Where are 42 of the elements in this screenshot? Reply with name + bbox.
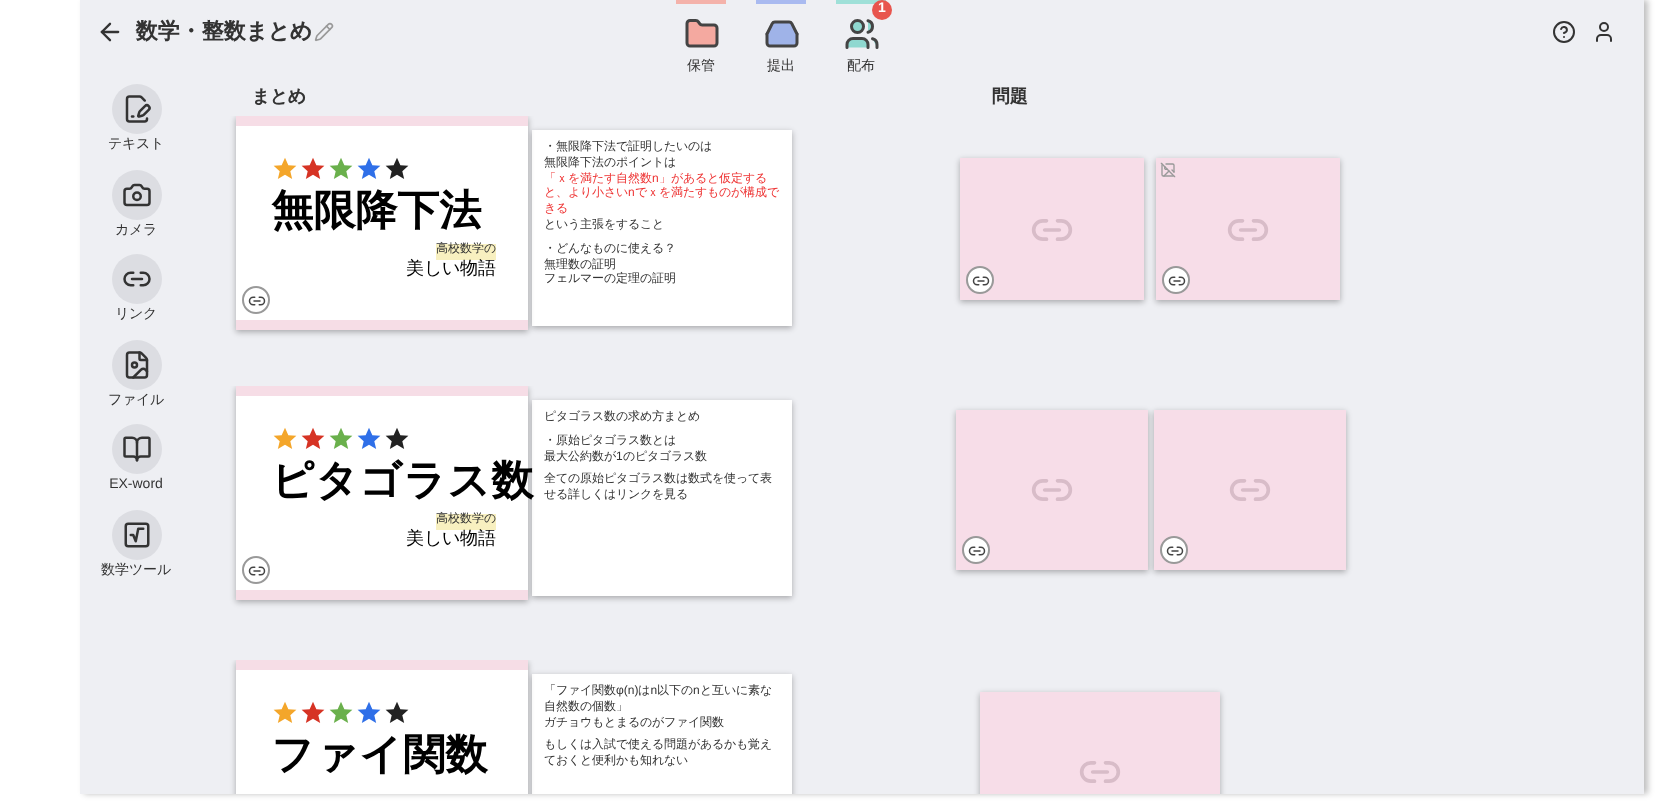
people-icon <box>843 16 879 52</box>
link-icon[interactable] <box>242 286 270 314</box>
link-icon[interactable] <box>962 536 990 564</box>
link-icon[interactable] <box>966 266 994 294</box>
star-icon <box>300 426 326 452</box>
star-icon <box>356 700 382 726</box>
camera-tool-icon <box>121 179 151 209</box>
folder-icon <box>683 16 719 52</box>
star-icon <box>356 426 382 452</box>
link-icon[interactable] <box>242 556 270 584</box>
slide-subtitle: 美しい物語 <box>406 529 496 551</box>
star-icon <box>300 156 326 182</box>
star-icon <box>272 426 298 452</box>
text-tool-icon <box>121 94 151 124</box>
account-icon[interactable] <box>1592 20 1616 44</box>
back-icon[interactable] <box>96 18 124 47</box>
star-icon <box>384 426 410 452</box>
file-tool-icon <box>121 349 151 379</box>
dictionary-tool-icon <box>121 434 151 464</box>
math-tool-icon <box>121 519 151 549</box>
section-heading: 問題 <box>992 84 1028 110</box>
page-title: 数学・整数まとめ <box>136 17 312 48</box>
slide-title: ファイ関数 <box>272 730 488 782</box>
slide-subtitle: 美しい物語 <box>406 259 496 281</box>
slide-title: 無限降下法 <box>272 186 482 238</box>
star-icon <box>328 426 354 452</box>
broken-image-icon <box>1160 162 1176 178</box>
star-icon <box>328 700 354 726</box>
star-icon <box>300 700 326 726</box>
star-icon <box>272 700 298 726</box>
tray-icon <box>763 16 799 52</box>
help-icon[interactable] <box>1552 20 1576 44</box>
star-icon <box>328 156 354 182</box>
section-heading: まとめ <box>252 84 308 110</box>
star-icon <box>384 156 410 182</box>
slide-card[interactable]: ファイ関数 <box>236 660 528 794</box>
link-icon[interactable] <box>1162 266 1190 294</box>
star-icon <box>356 156 382 182</box>
slide-title: ピタゴラス数 <box>272 456 534 508</box>
star-icon <box>272 156 298 182</box>
star-icon <box>384 700 410 726</box>
link-icon[interactable] <box>1160 536 1188 564</box>
